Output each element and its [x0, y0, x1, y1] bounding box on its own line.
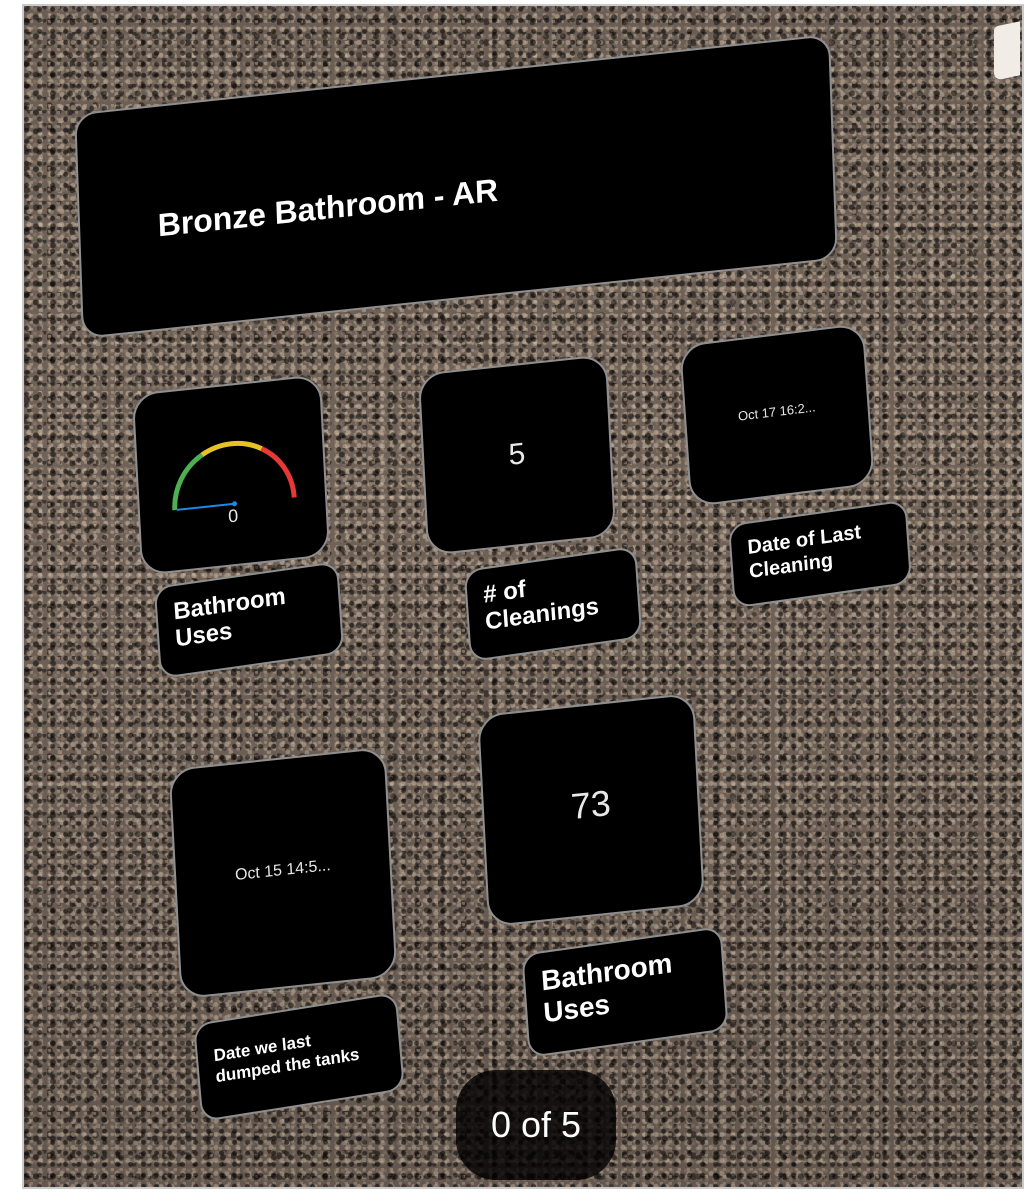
label-bathroom-uses: Bathroom Uses [153, 561, 345, 679]
title-panel: Bronze Bathroom - AR [74, 34, 838, 339]
background-object [994, 21, 1020, 81]
page-title: Bronze Bathroom - AR [157, 171, 499, 244]
cleanings-count-tile[interactable]: 5 [417, 354, 617, 556]
page-indicator[interactable]: 0 of 5 [456, 1070, 616, 1180]
ar-camera-view: Bronze Bathroom - AR 0 Bathroom Uses 5 #… [22, 4, 1024, 1189]
bathroom-uses-count-tile[interactable]: 73 [477, 692, 705, 928]
label-date-dumped: Date we last dumped the tanks [192, 991, 406, 1123]
label-bathroom-uses-2: Bathroom Uses [521, 925, 729, 1059]
last-cleaning-date-value: Oct 17 16:2... [737, 399, 817, 424]
label-date-last-cleaning: Date of Last Cleaning [727, 499, 913, 609]
last-dump-date-value: Oct 15 14:5... [234, 856, 332, 885]
cleanings-count-value: 5 [507, 437, 527, 472]
label-cleanings: # of Cleanings [463, 545, 643, 663]
last-cleaning-date-tile[interactable]: Oct 17 16:2... [679, 322, 875, 508]
last-dump-date-tile[interactable]: Oct 15 14:5... [168, 746, 398, 1000]
bathroom-uses-gauge-tile[interactable]: 0 [131, 374, 331, 576]
bathroom-uses-count-value: 73 [569, 781, 612, 828]
